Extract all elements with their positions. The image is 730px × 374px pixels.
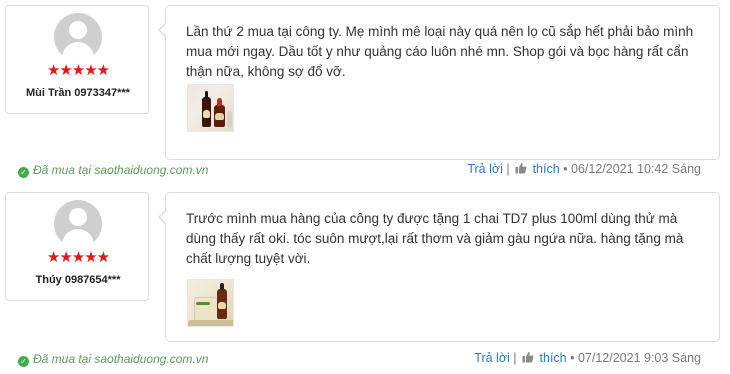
review-bubble: Trước mình mua hàng của công ty được tặn… [158, 192, 720, 342]
review-photo[interactable] [187, 84, 234, 132]
review-text: Lần thứ 2 mua tại công ty. Mẹ mình mê lo… [186, 24, 694, 79]
review-actions: Trả lời | thích • 07/12/2021 9:03 Sáng [474, 351, 701, 365]
like-link[interactable]: thích [540, 351, 567, 365]
like-link[interactable]: thích [533, 162, 560, 176]
check-circle-icon: ✓ [18, 167, 29, 178]
reply-link[interactable]: Trả lời [474, 351, 510, 365]
separator: | [513, 351, 517, 365]
check-circle-icon: ✓ [18, 356, 29, 367]
review-bubble: Lần thứ 2 mua tại công ty. Mẹ mình mê lo… [158, 5, 720, 160]
review-actions: Trả lời | thích • 06/12/2021 10:42 Sáng [467, 162, 701, 176]
review-text: Trước mình mua hàng của công ty được tặn… [186, 211, 684, 266]
reviewer-card: ★★★★★ Mùi Trần 0973347*** [5, 5, 149, 114]
separator: | [506, 162, 510, 176]
avatar [54, 13, 102, 61]
review-photo[interactable] [187, 279, 234, 327]
rating-stars: ★★★★★ [46, 248, 110, 266]
avatar [54, 200, 102, 248]
review-timestamp: • 07/12/2021 9:03 Sáng [570, 351, 701, 365]
reviewer-name: Mùi Trần 0973347*** [26, 87, 130, 99]
reviewer-name: Thúy 0987654*** [35, 274, 121, 286]
rating-stars: ★★★★★ [46, 61, 110, 79]
verified-purchase: ✓ Đã mua tại saothaiduong.com.vn [18, 163, 208, 178]
thumbs-up-icon[interactable] [522, 351, 534, 363]
reply-link[interactable]: Trả lời [467, 162, 503, 176]
reviewer-card: ★★★★★ Thúy 0987654*** [5, 192, 149, 301]
verified-purchase: ✓ Đã mua tại saothaiduong.com.vn [18, 352, 208, 367]
thumbs-up-icon[interactable] [515, 162, 527, 174]
review-timestamp: • 06/12/2021 10:42 Sáng [563, 162, 701, 176]
